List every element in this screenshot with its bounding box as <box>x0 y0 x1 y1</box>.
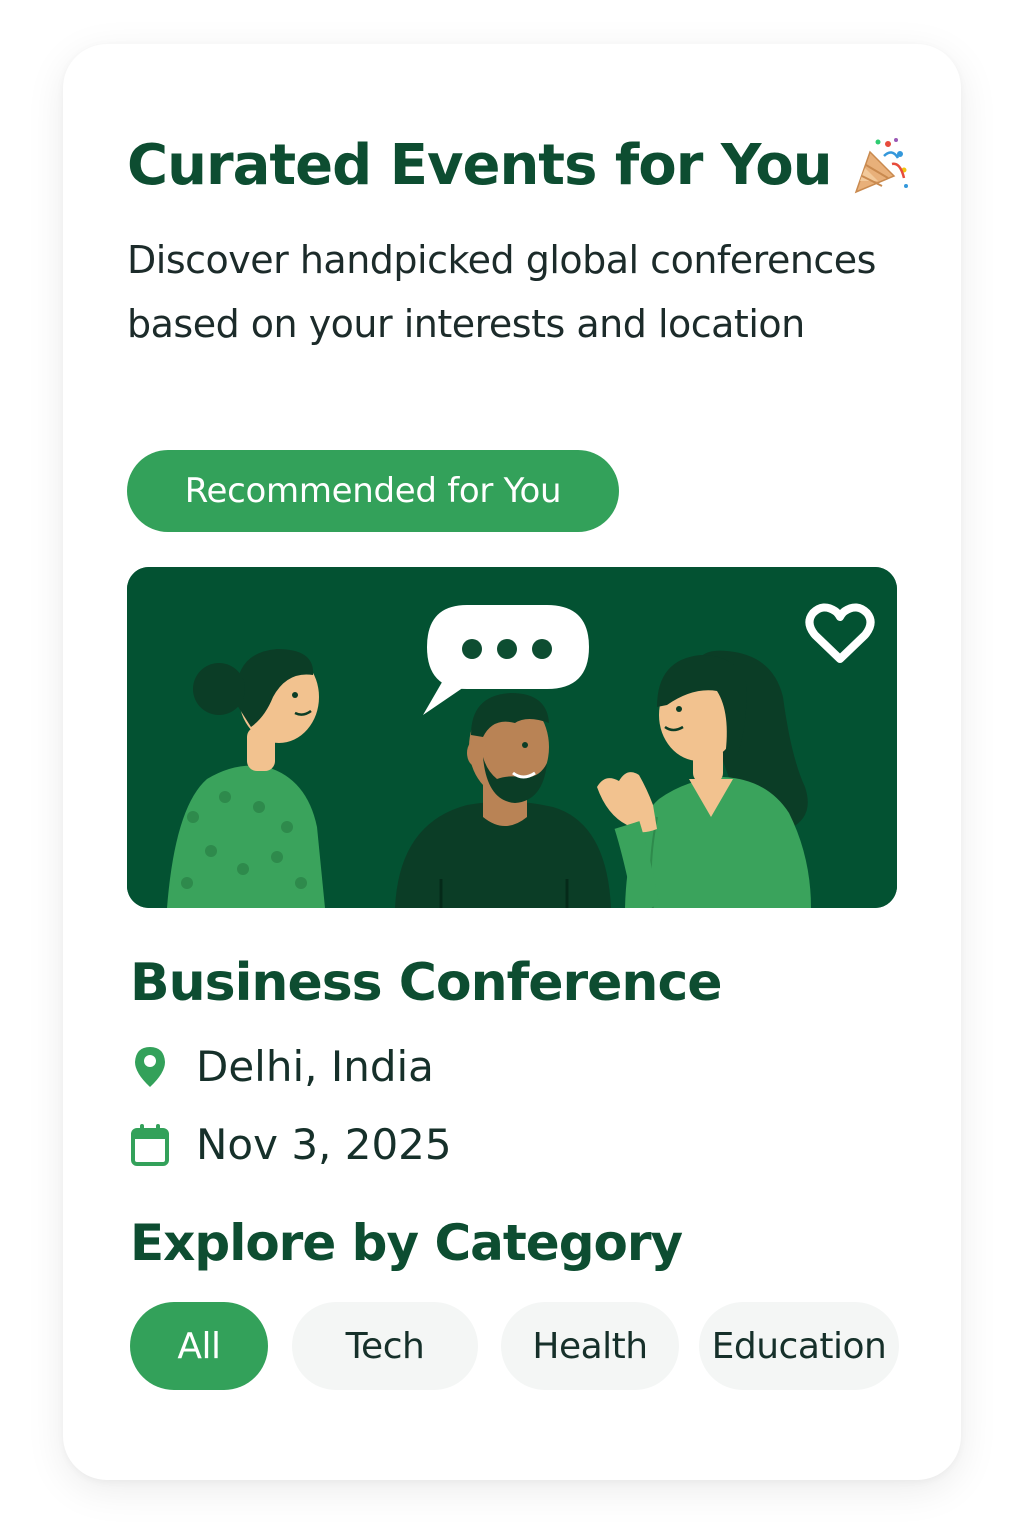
category-chip-education[interactable]: Education <box>699 1302 899 1390</box>
category-chip-tech[interactable]: Tech <box>292 1302 478 1390</box>
location-pin-icon <box>130 1045 170 1089</box>
header: Curated Events for You <box>127 128 912 204</box>
page: Curated Events for You Discover handpick… <box>0 0 1024 1536</box>
category-chip-health[interactable]: Health <box>501 1302 679 1390</box>
category-chip-all[interactable]: All <box>130 1302 268 1390</box>
recommended-badge[interactable]: Recommended for You <box>127 450 619 532</box>
page-title: Curated Events for You <box>127 133 833 198</box>
calendar-icon <box>130 1123 170 1167</box>
event-date-text: Nov 3, 2025 <box>196 1120 452 1169</box>
page-subtitle: Discover handpicked global conferences b… <box>127 238 876 346</box>
heart-icon[interactable] <box>805 599 875 669</box>
party-popper-icon <box>848 134 912 198</box>
event-location-text: Delhi, India <box>196 1042 434 1091</box>
event-title[interactable]: Business Conference <box>130 948 723 1018</box>
category-section-title: Explore by Category <box>130 1214 683 1272</box>
event-location: Delhi, India <box>130 1042 434 1091</box>
event-image[interactable] <box>127 567 897 908</box>
people-conversation-illustration <box>127 567 897 908</box>
event-date: Nov 3, 2025 <box>130 1120 452 1169</box>
